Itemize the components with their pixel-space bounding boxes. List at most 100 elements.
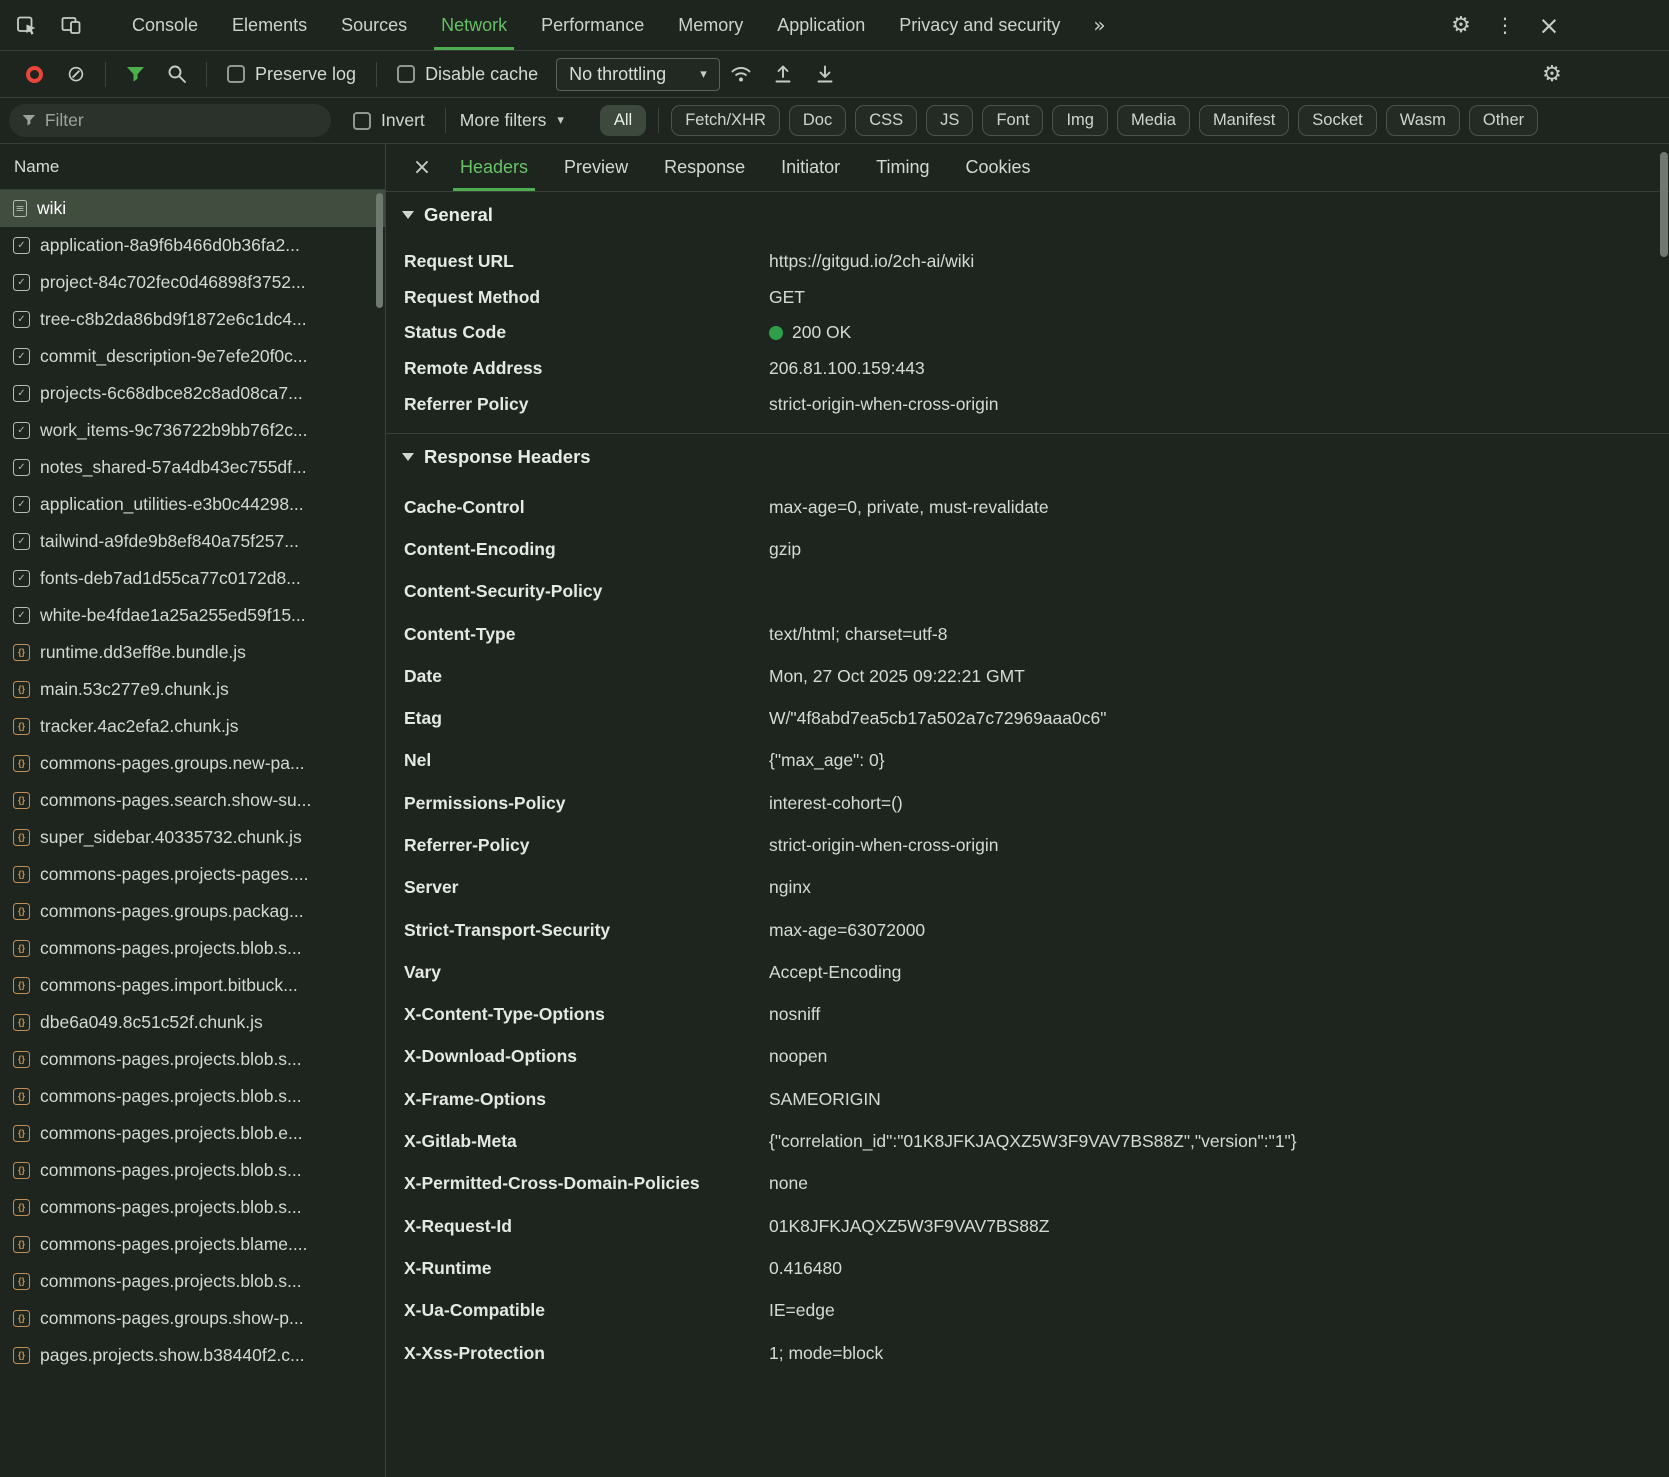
header-value: Accept-Encoding [769,961,902,982]
detail-tab-initiator[interactable]: Initiator [763,144,858,191]
device-toolbar-icon[interactable] [49,0,93,50]
detail-tab-preview[interactable]: Preview [546,144,646,191]
inspect-element-icon[interactable] [5,0,49,50]
request-row[interactable]: commons-pages.projects.blob.s... [0,1189,385,1226]
disclosure-triangle-icon [402,452,414,461]
kebab-menu-icon[interactable]: ⋮ [1485,0,1525,50]
request-row[interactable]: work_items-9c736722b9bb76f2c... [0,412,385,449]
request-row[interactable]: commons-pages.groups.packag... [0,893,385,930]
request-row[interactable]: commons-pages.projects.blob.s... [0,1078,385,1115]
header-name: Content-Type [404,623,516,644]
header-name: X-Runtime [404,1257,492,1278]
header-row: Request URL https://gitgud.io/2ch-ai/wiki [386,244,1669,280]
request-row[interactable]: main.53c277e9.chunk.js [0,671,385,708]
tab-memory[interactable]: Memory [661,0,760,50]
scrollbar-thumb[interactable] [1660,152,1668,257]
request-row[interactable]: commons-pages.projects.blob.s... [0,1152,385,1189]
disable-cache-control[interactable]: Disable cache [397,64,538,85]
request-row[interactable]: commons-pages.groups.new-pa... [0,745,385,782]
request-row[interactable]: commons-pages.import.bitbuck... [0,967,385,1004]
request-row[interactable]: project-84c702fec0d46898f3752... [0,264,385,301]
name-column-header[interactable]: Name [0,144,385,190]
tab-console[interactable]: Console [115,0,215,50]
request-row[interactable]: commons-pages.projects-pages.... [0,856,385,893]
detail-tab-response[interactable]: Response [646,144,763,191]
close-details-icon[interactable]: × [402,144,442,191]
tab-sources[interactable]: Sources [324,0,424,50]
preserve-log-checkbox[interactable] [227,65,245,83]
request-row[interactable]: super_sidebar.40335732.chunk.js [0,819,385,856]
request-row[interactable]: commons-pages.search.show-su... [0,782,385,819]
settings-gear-icon[interactable]: ⚙ [1437,0,1485,50]
request-row[interactable]: pages.projects.show.b38440f2.c... [0,1337,385,1374]
request-row[interactable]: commons-pages.projects.blob.e... [0,1115,385,1152]
request-row[interactable]: commons-pages.projects.blob.s... [0,1263,385,1300]
tab-privacy-and-security[interactable]: Privacy and security [882,0,1077,50]
request-row[interactable]: commons-pages.projects.blob.s... [0,1041,385,1078]
request-row[interactable]: white-be4fdae1a25a255ed59f15... [0,597,385,634]
script-icon [13,1347,30,1364]
filter-input-box[interactable] [9,104,331,137]
tab-performance[interactable]: Performance [524,0,661,50]
tab-application[interactable]: Application [760,0,882,50]
filter-chip-js[interactable]: JS [926,105,974,136]
filter-chip-wasm[interactable]: Wasm [1385,105,1460,136]
close-devtools-icon[interactable]: × [1525,0,1573,50]
invert-checkbox[interactable] [353,111,371,130]
response-headers-section-header[interactable]: Response Headers [386,434,1669,480]
more-filters-dropdown[interactable]: More filters ▾ [460,110,564,131]
filter-chip-font[interactable]: Font [982,105,1044,136]
request-row[interactable]: application_utilities-e3b0c44298... [0,486,385,523]
tab-elements[interactable]: Elements [215,0,324,50]
filter-chip-css[interactable]: CSS [855,105,918,136]
preserve-log-label: Preserve log [255,63,357,84]
details-scrollbar[interactable] [1660,144,1668,1477]
record-network-log-icon[interactable] [13,51,55,97]
filter-chip-manifest[interactable]: Manifest [1198,105,1290,136]
filter-input[interactable] [44,110,318,131]
filter-chip-all[interactable]: All [599,105,647,136]
filter-chip-other[interactable]: Other [1468,105,1539,136]
throttling-select[interactable]: No throttling ▾ [556,57,720,91]
request-row[interactable]: fonts-deb7ad1d55ca77c0172d8... [0,560,385,597]
request-row[interactable]: tree-c8b2da86bd9f1872e6c1dc4... [0,301,385,338]
detail-tab-cookies[interactable]: Cookies [948,144,1049,191]
network-conditions-icon[interactable] [720,51,762,97]
scrollbar-thumb[interactable] [376,193,383,308]
search-icon[interactable] [156,51,198,97]
filter-chip-socket[interactable]: Socket [1298,105,1377,136]
filter-toggle-icon[interactable] [114,51,156,97]
clear-network-log-icon[interactable]: ⊘ [55,51,97,97]
request-row[interactable]: projects-6c68dbce82c8ad08ca7... [0,375,385,412]
request-row[interactable]: commons-pages.projects.blame.... [0,1226,385,1263]
header-value: text/html; charset=utf-8 [769,623,948,644]
filter-chip-media[interactable]: Media [1116,105,1190,136]
preserve-log-control[interactable]: Preserve log [227,64,356,85]
export-har-icon[interactable] [804,51,846,97]
disable-cache-checkbox[interactable] [397,65,416,83]
invert-filter-control[interactable]: Invert [353,110,425,131]
general-section-header[interactable]: General [386,192,1669,238]
tab-network[interactable]: Network [424,0,524,50]
request-row[interactable]: tailwind-a9fde9b8ef840a75f257... [0,523,385,560]
request-row[interactable]: commit_description-9e7efe20f0c... [0,338,385,375]
filter-chip-img[interactable]: Img [1052,105,1108,136]
network-settings-gear-icon[interactable]: ⚙ [1531,51,1573,97]
request-name: dbe6a049.8c51c52f.chunk.js [40,1012,263,1032]
filter-chip-doc[interactable]: Doc [788,105,847,136]
request-row[interactable]: application-8a9f6b466d0b36fa2... [0,227,385,264]
request-row[interactable]: wiki [0,190,385,227]
request-row[interactable]: runtime.dd3eff8e.bundle.js [0,634,385,671]
request-row[interactable]: commons-pages.groups.show-p... [0,1300,385,1337]
request-row[interactable]: notes_shared-57a4db43ec755df... [0,449,385,486]
detail-tab-headers[interactable]: Headers [442,144,546,191]
request-row[interactable]: commons-pages.projects.blob.s... [0,930,385,967]
script-icon [13,940,30,957]
import-har-icon[interactable] [762,51,804,97]
request-row[interactable]: dbe6a049.8c51c52f.chunk.js [0,1004,385,1041]
more-tabs-icon[interactable]: » [1077,0,1121,50]
request-list-scrollbar[interactable] [376,191,383,1477]
filter-chip-fetch-xhr[interactable]: Fetch/XHR [671,105,780,136]
request-row[interactable]: tracker.4ac2efa2.chunk.js [0,708,385,745]
detail-tab-timing[interactable]: Timing [858,144,947,191]
